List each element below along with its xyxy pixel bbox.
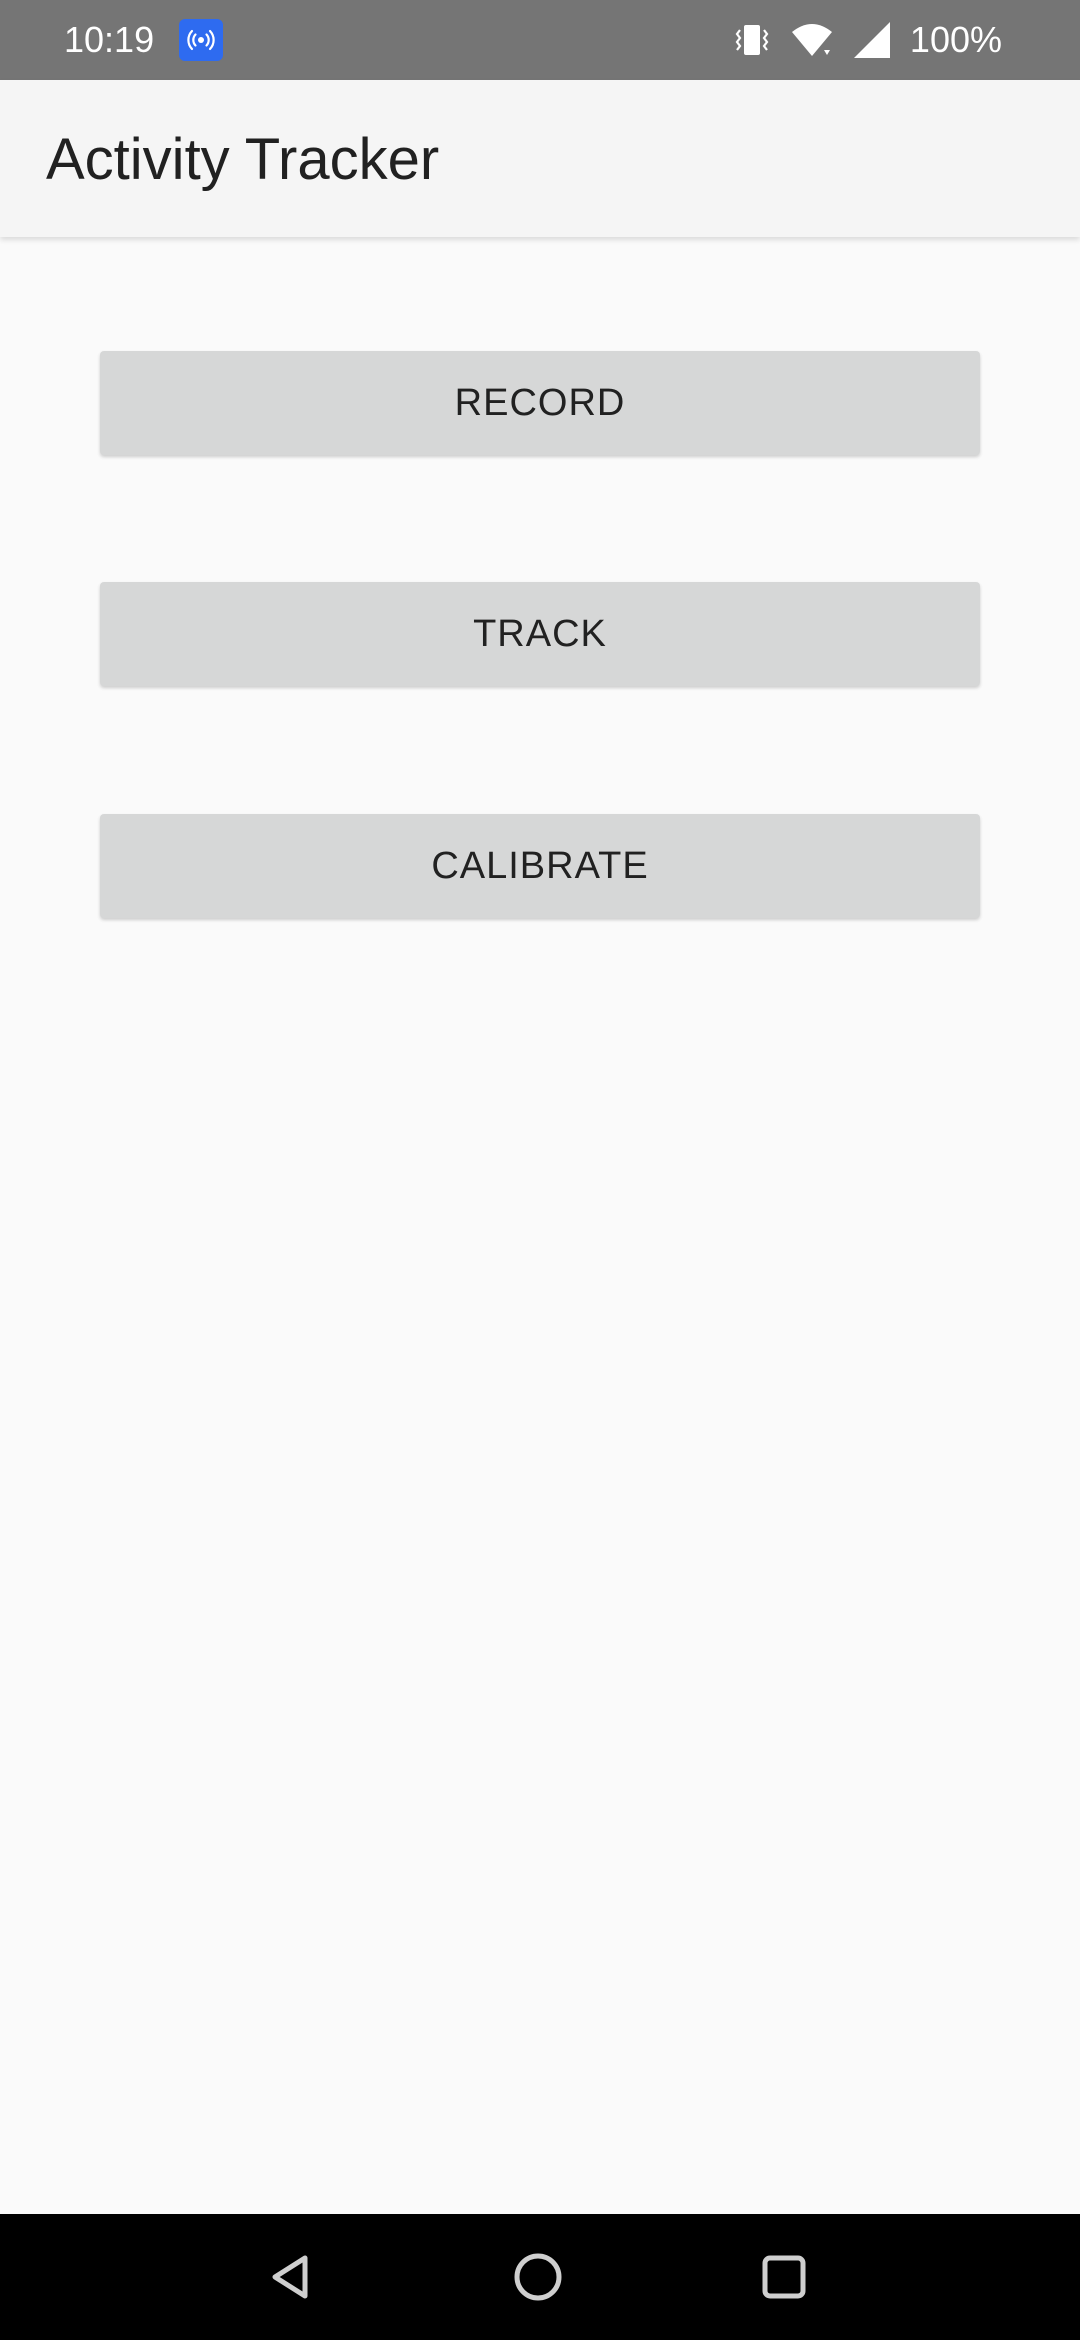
battery-percent: 100%	[909, 19, 1002, 60]
home-icon[interactable]	[498, 2237, 578, 2317]
vibrate-icon	[732, 20, 772, 60]
status-bar: 10:19 100%	[0, 0, 1080, 80]
hotspot-icon	[179, 19, 223, 61]
back-icon[interactable]	[252, 2237, 332, 2317]
status-icons: 100%	[732, 18, 1002, 62]
screen: 10:19 100% Activity Tracker RECORD TRACK…	[0, 0, 1080, 2340]
signal-icon	[852, 20, 892, 60]
wifi-icon	[790, 20, 834, 60]
app-bar: Activity Tracker	[0, 80, 1080, 237]
record-button[interactable]: RECORD	[100, 351, 980, 455]
page-title: Activity Tracker	[46, 127, 440, 192]
recents-icon[interactable]	[744, 2237, 824, 2317]
navigation-bar	[0, 2214, 1080, 2340]
status-time: 10:19	[64, 19, 155, 60]
calibrate-button[interactable]: CALIBRATE	[100, 814, 980, 918]
track-button[interactable]: TRACK	[100, 582, 980, 686]
